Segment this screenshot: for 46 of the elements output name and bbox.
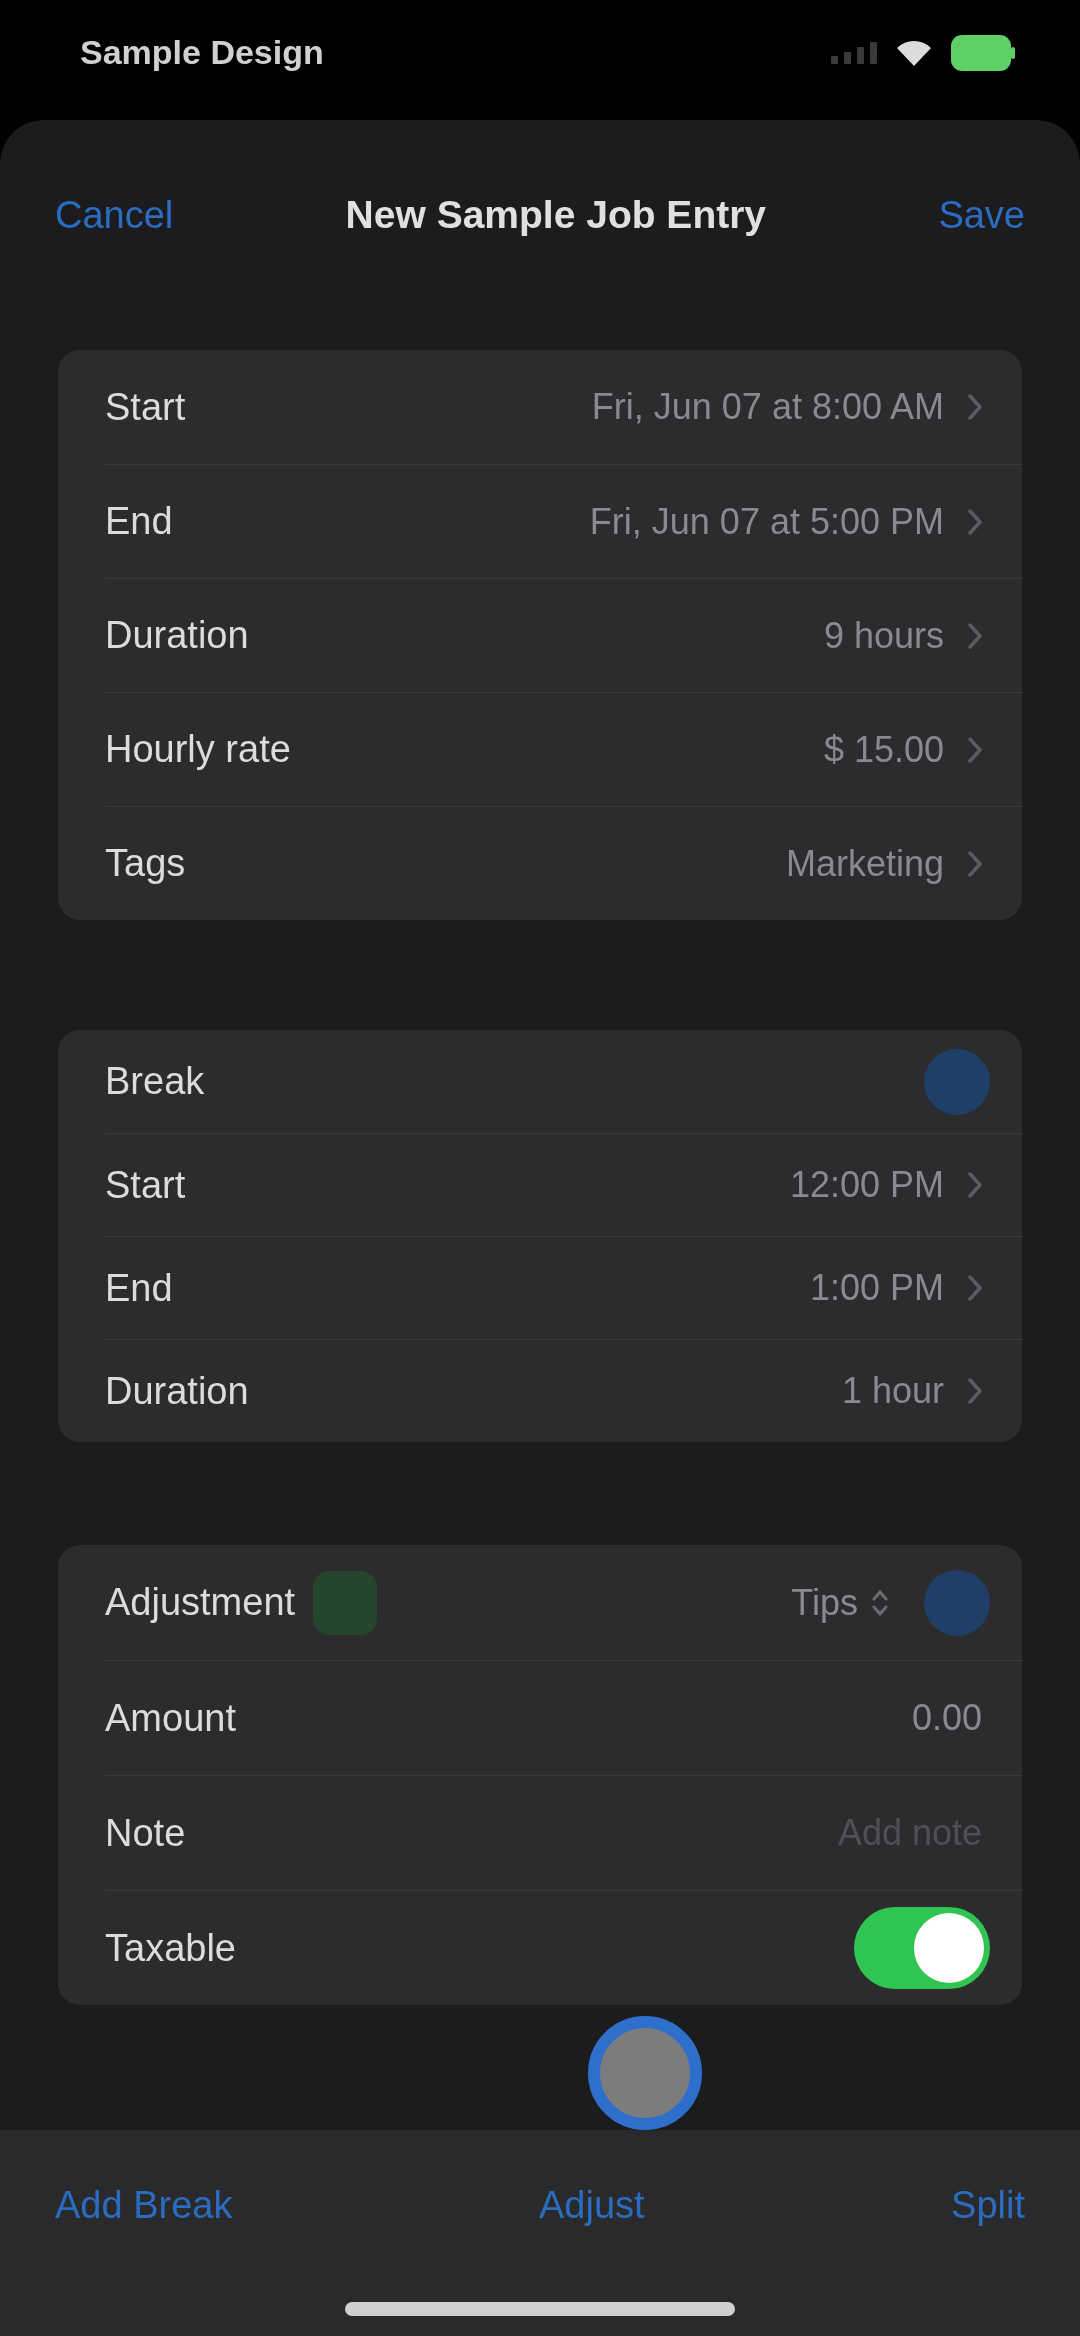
signal-icon [831, 42, 877, 64]
filled-circle-icon[interactable] [924, 1048, 990, 1115]
chevron-right-icon [968, 1275, 982, 1301]
picker-value[interactable]: 12:00 PM [789, 1158, 944, 1212]
wifi-icon [897, 40, 931, 66]
toolbar-button[interactable]: Add Break [55, 2176, 233, 2234]
chevron-right-icon [968, 1378, 982, 1404]
amount-value: 0.00 [911, 1696, 982, 1740]
up-down-chevron-icon [872, 1587, 888, 1618]
row-label: Start [105, 1162, 186, 1208]
row-label: End [105, 499, 173, 544]
row-label: Amount [105, 1695, 236, 1741]
picker-value[interactable]: Fri, Jun 07 at 5:00 PM [589, 494, 944, 549]
sheet-title: New Sample Job Entry [345, 191, 767, 238]
row-label: Note [105, 1810, 186, 1856]
chevron-right-icon [968, 850, 982, 877]
row-label: Break [105, 1059, 205, 1104]
menu-picker[interactable]: Tips [791, 1575, 888, 1630]
cancel-button[interactable]: Cancel [55, 186, 174, 244]
row-label: End [105, 1265, 173, 1311]
toolbar-button[interactable]: Split [951, 2176, 1025, 2234]
picker-value[interactable]: $ 15.00 [823, 722, 944, 777]
chevron-right-icon [968, 622, 982, 649]
chevron-right-icon [968, 394, 982, 420]
picker-value[interactable]: 1 hour [841, 1364, 944, 1418]
row-label: Hourly rate [105, 727, 291, 772]
chevron-right-icon [968, 736, 982, 763]
filled-circle-icon[interactable] [924, 1569, 990, 1636]
row-label: Adjustment [105, 1580, 296, 1625]
row-label: Start [105, 384, 186, 430]
picker-value[interactable]: 9 hours [823, 608, 944, 663]
row-label: Tags [105, 841, 186, 886]
home-indicator[interactable] [345, 2302, 735, 2316]
carrier-text: Sample Design [80, 31, 324, 73]
rounded-square-icon [313, 1570, 378, 1635]
picker-value[interactable]: Fri, Jun 07 at 8:00 AM [591, 380, 944, 434]
save-button[interactable]: Save [938, 186, 1025, 244]
toolbar-button[interactable]: Adjust [538, 2176, 645, 2234]
picker-value[interactable]: Marketing [785, 836, 944, 891]
chevron-right-icon [968, 1172, 982, 1198]
row-label: Duration [105, 613, 249, 658]
battery-icon [951, 35, 1015, 71]
chevron-right-icon [968, 508, 982, 535]
row-label: Taxable [105, 1925, 236, 1971]
row-label: Duration [105, 1368, 249, 1414]
picker-value[interactable]: 1:00 PM [809, 1261, 944, 1315]
